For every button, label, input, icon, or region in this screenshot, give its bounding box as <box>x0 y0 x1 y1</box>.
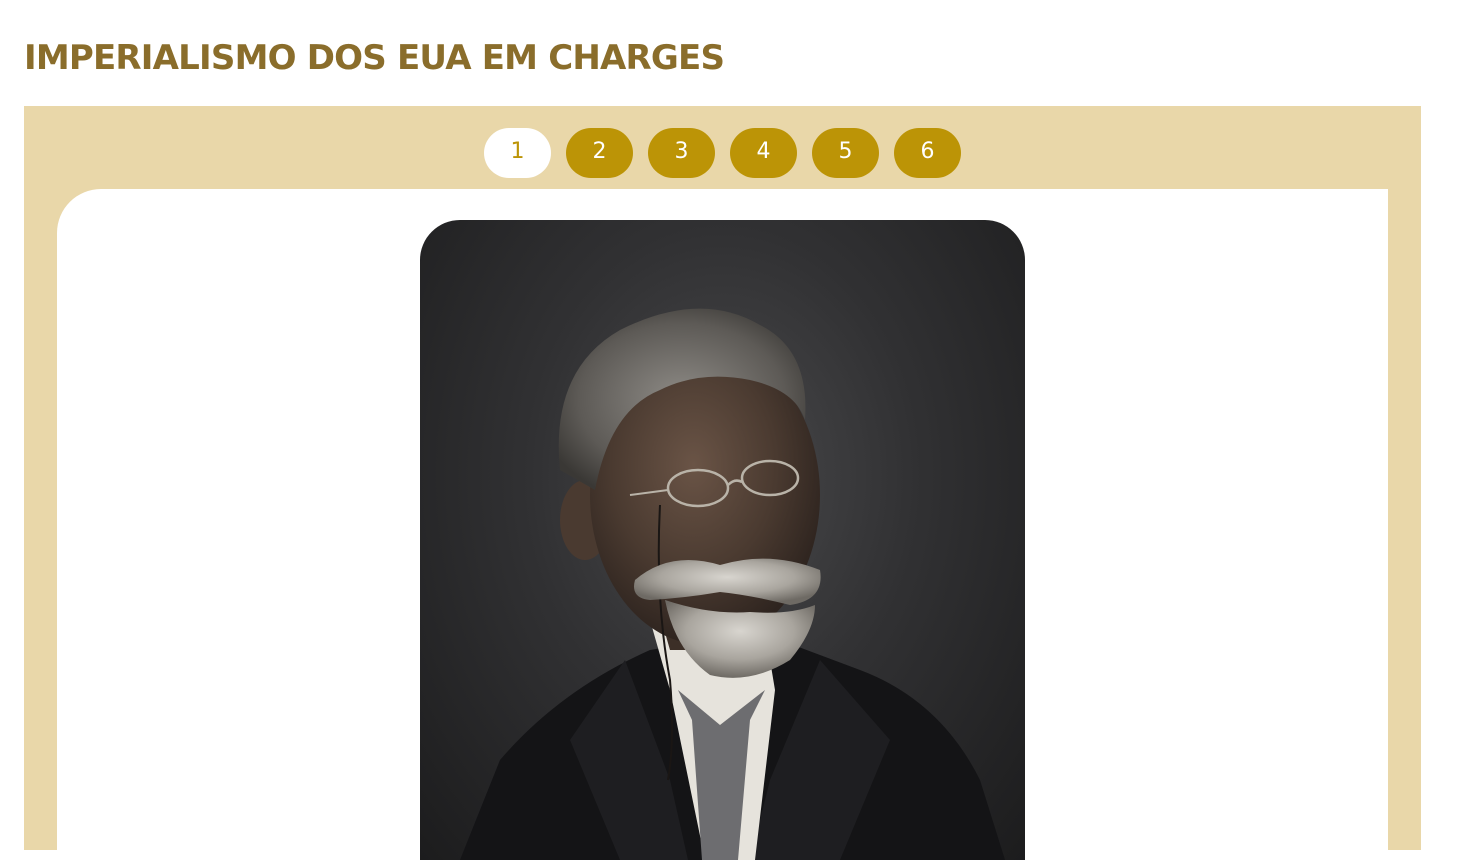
page-button-6[interactable]: 6 <box>894 128 961 178</box>
slide-content <box>57 189 1388 860</box>
page-button-3[interactable]: 3 <box>648 128 715 178</box>
portrait-image <box>420 220 1025 860</box>
page-button-1[interactable]: 1 <box>484 128 551 178</box>
page-title: IMPERIALISMO DOS EUA EM CHARGES <box>24 38 725 78</box>
carousel-pagination: 1 2 3 4 5 6 <box>484 128 961 178</box>
page-button-4[interactable]: 4 <box>730 128 797 178</box>
page-button-2[interactable]: 2 <box>566 128 633 178</box>
charges-carousel: 1 2 3 4 5 6 <box>24 106 1421 860</box>
page-button-5[interactable]: 5 <box>812 128 879 178</box>
